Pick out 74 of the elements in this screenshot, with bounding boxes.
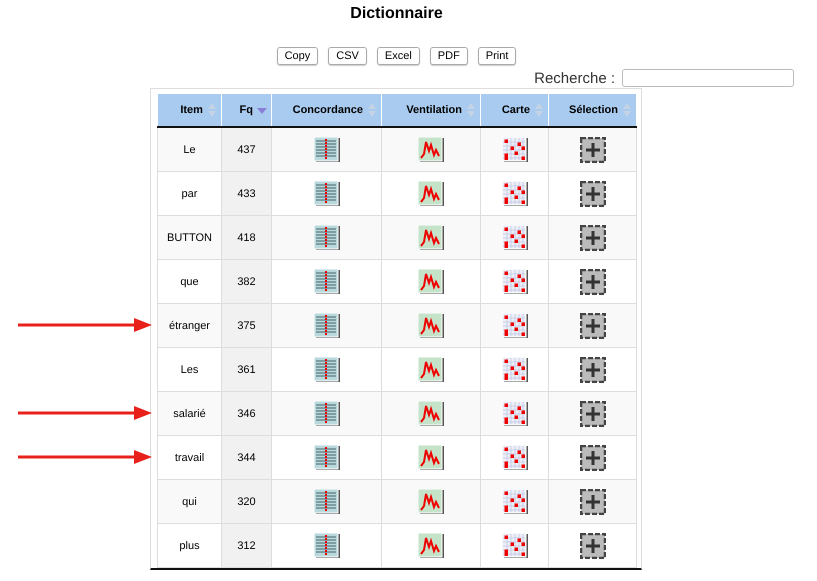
dot-grid-icon[interactable]: [502, 312, 528, 338]
item-cell: qui: [182, 496, 197, 508]
plus-icon[interactable]: [580, 444, 606, 470]
item-cell: étranger: [169, 320, 210, 332]
item-cell: BUTTON: [166, 232, 212, 244]
dot-grid-icon[interactable]: [502, 488, 528, 514]
plus-icon[interactable]: [580, 488, 606, 514]
line-chart-icon[interactable]: [418, 224, 444, 250]
search-label: Recherche :: [534, 70, 615, 86]
item-cell: par: [182, 188, 198, 200]
search-field[interactable]: [622, 69, 794, 87]
plus-icon[interactable]: [580, 312, 606, 338]
lines-icon[interactable]: [314, 532, 340, 558]
lines-icon[interactable]: [314, 400, 340, 426]
plus-icon[interactable]: [580, 180, 606, 206]
lines-icon[interactable]: [314, 444, 340, 470]
dot-grid-icon[interactable]: [502, 268, 528, 294]
frequency-cell: 418: [237, 232, 256, 244]
lines-icon[interactable]: [314, 268, 340, 294]
lines-icon[interactable]: [314, 180, 340, 206]
column-header[interactable]: Fq: [222, 94, 272, 127]
item-cell: Les: [180, 364, 198, 376]
dot-grid-icon[interactable]: [502, 532, 528, 558]
export-button[interactable]: PDF: [430, 47, 468, 65]
plus-icon[interactable]: [580, 532, 606, 558]
dot-grid-icon[interactable]: [502, 136, 528, 162]
line-chart-icon[interactable]: [418, 488, 444, 514]
frequency-cell: 375: [237, 320, 256, 332]
page-title: Dictionnaire: [349, 4, 444, 24]
plus-icon[interactable]: [580, 400, 606, 426]
plus-icon[interactable]: [580, 224, 606, 250]
frequency-cell: 320: [237, 496, 256, 508]
dot-grid-icon[interactable]: [502, 180, 528, 206]
column-header[interactable]: Carte: [480, 94, 548, 127]
line-chart-icon[interactable]: [418, 268, 444, 294]
dot-grid-icon[interactable]: [502, 224, 528, 250]
frequency-cell: 312: [237, 540, 256, 552]
dot-grid-icon[interactable]: [502, 356, 528, 382]
export-button[interactable]: Excel: [376, 47, 420, 65]
frequency-cell: 344: [237, 452, 256, 464]
lines-icon[interactable]: [314, 356, 340, 382]
line-chart-icon[interactable]: [418, 400, 444, 426]
item-cell: plus: [179, 540, 200, 552]
frequency-cell: 437: [237, 144, 256, 156]
column-header[interactable]: Concordance: [272, 94, 382, 127]
item-cell: travail: [174, 452, 204, 464]
line-chart-icon[interactable]: [418, 444, 444, 470]
line-chart-icon[interactable]: [418, 356, 444, 382]
column-header[interactable]: Ventilation: [382, 94, 480, 127]
line-chart-icon[interactable]: [418, 180, 444, 206]
plus-icon[interactable]: [580, 268, 606, 294]
dot-grid-icon[interactable]: [502, 444, 528, 470]
line-chart-icon[interactable]: [418, 532, 444, 558]
plus-icon[interactable]: [580, 356, 606, 382]
dot-grid-icon[interactable]: [502, 400, 528, 426]
frequency-cell: 433: [237, 188, 256, 200]
item-cell: Le: [183, 144, 196, 156]
export-button[interactable]: Copy: [276, 47, 318, 65]
line-chart-icon[interactable]: [418, 312, 444, 338]
frequency-cell: 382: [237, 276, 256, 288]
frequency-cell: 361: [237, 364, 256, 376]
item-cell: que: [180, 276, 199, 288]
lines-icon[interactable]: [314, 488, 340, 514]
lines-icon[interactable]: [314, 224, 340, 250]
lines-icon[interactable]: [314, 312, 340, 338]
export-button[interactable]: CSV: [328, 47, 367, 65]
column-header[interactable]: Sélection: [548, 94, 636, 127]
plus-icon[interactable]: [580, 136, 606, 162]
frequency-cell: 346: [237, 408, 256, 420]
column-header[interactable]: Item: [158, 94, 222, 127]
item-cell: salarié: [173, 408, 206, 420]
export-button[interactable]: Print: [478, 47, 516, 65]
line-chart-icon[interactable]: [418, 136, 444, 162]
lines-icon[interactable]: [314, 136, 340, 162]
